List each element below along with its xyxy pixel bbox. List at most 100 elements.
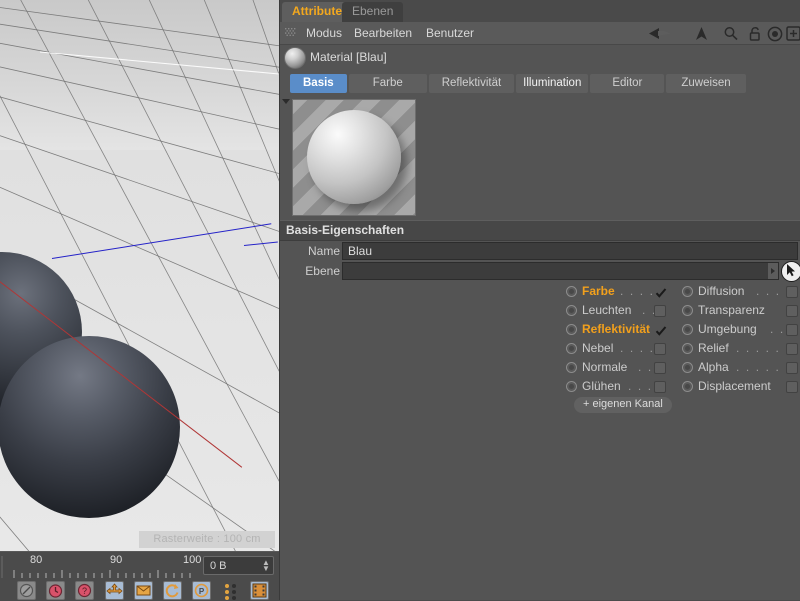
- ebene-label: Ebene: [305, 264, 340, 278]
- channel-nebel-checkbox[interactable]: [654, 343, 666, 355]
- radio-icon[interactable]: [566, 305, 577, 316]
- radio-icon[interactable]: [566, 324, 577, 335]
- channel-reflektivitaet-checkbox[interactable]: [654, 324, 667, 336]
- ctab-editor-label: Editor: [612, 77, 643, 89]
- ebene-pick-cursor-icon[interactable]: [781, 261, 800, 282]
- channel-diffusion[interactable]: Diffusion . . . .: [682, 283, 800, 301]
- radio-icon[interactable]: [682, 286, 693, 297]
- radio-icon[interactable]: [566, 286, 577, 297]
- collapse-triangle-icon[interactable]: [282, 99, 290, 104]
- channel-diffusion-checkbox[interactable]: [786, 286, 798, 298]
- channel-displacement-checkbox[interactable]: [786, 381, 798, 393]
- search-icon[interactable]: [723, 26, 739, 41]
- gauge-icon[interactable]: [17, 581, 36, 600]
- channel-alpha-checkbox[interactable]: [786, 362, 798, 374]
- menu-benutzer-label: Benutzer: [426, 26, 475, 40]
- basis-properties-header: Basis-Eigenschaften: [280, 220, 800, 241]
- rotate-icon[interactable]: [163, 581, 182, 600]
- channel-transparenz-label: Transparenz: [698, 303, 765, 317]
- ruler-label-90: 90: [110, 554, 123, 566]
- ebene-input[interactable]: [342, 262, 769, 280]
- radio-icon[interactable]: [682, 324, 693, 335]
- channel-gluehen-checkbox[interactable]: [654, 381, 666, 393]
- channel-gluehen[interactable]: Glühen . . . .: [566, 378, 676, 396]
- panel-menubar: Modus Bearbeiten Benutzer: [280, 22, 800, 45]
- ruler-label-100: 100: [183, 554, 202, 566]
- ctab-illumination[interactable]: Illumination: [516, 74, 589, 93]
- channel-normale[interactable]: Normale . .: [566, 359, 676, 377]
- channel-alpha[interactable]: Alpha . . . . . . .: [682, 359, 800, 377]
- channel-gluehen-label: Glühen: [582, 379, 621, 393]
- channel-farbe[interactable]: Farbe . . . . .: [566, 283, 676, 301]
- channel-alpha-label: Alpha: [698, 360, 729, 374]
- render-icon[interactable]: P: [192, 581, 211, 600]
- material-sphere-icon[interactable]: [284, 47, 306, 69]
- radio-icon[interactable]: [566, 343, 577, 354]
- menu-benutzer[interactable]: Benutzer: [426, 25, 474, 41]
- name-row: Name Blau: [280, 242, 800, 262]
- channel-normale-checkbox[interactable]: [654, 362, 666, 374]
- channel-reflektivitaet[interactable]: Reflektivität: [566, 321, 676, 339]
- channel-umgebung-checkbox[interactable]: [786, 324, 798, 336]
- channel-displacement[interactable]: Displacement: [682, 378, 800, 396]
- ctab-farbe[interactable]: Farbe: [348, 74, 427, 93]
- note-icon[interactable]: [134, 581, 153, 600]
- bottom-toolbar[interactable]: ? P: [0, 580, 279, 600]
- channel-relief[interactable]: Relief . . . . . . .: [682, 340, 800, 358]
- ruler-label-80: 80: [30, 554, 43, 566]
- move-object-icon[interactable]: [105, 581, 124, 600]
- tab-ebenen[interactable]: Ebenen: [342, 2, 404, 22]
- up-arrow-icon[interactable]: [694, 26, 709, 41]
- ctab-basis[interactable]: Basis: [290, 74, 347, 93]
- add-box-icon[interactable]: [786, 26, 800, 41]
- dots-grid-icon[interactable]: [221, 581, 240, 600]
- menu-modus[interactable]: Modus: [306, 25, 342, 41]
- clock-red-icon[interactable]: [46, 581, 65, 600]
- ctab-zuweisen[interactable]: Zuweisen: [666, 74, 746, 93]
- radio-icon[interactable]: [682, 381, 693, 392]
- channel-leuchten-label: Leuchten: [582, 303, 632, 317]
- 3d-viewport[interactable]: Rasterweite : 100 cm: [0, 0, 279, 551]
- material-channel-tabs[interactable]: Basis Farbe Reflektivität Illumination E…: [290, 74, 746, 93]
- basis-properties-title: Basis-Eigenschaften: [286, 223, 405, 237]
- radio-icon[interactable]: [566, 381, 577, 392]
- target-icon[interactable]: [767, 26, 783, 42]
- question-red-icon[interactable]: ?: [75, 581, 94, 600]
- menu-bearbeiten[interactable]: Bearbeiten: [354, 25, 412, 41]
- radio-icon[interactable]: [682, 343, 693, 354]
- document-size-field[interactable]: 0 B ▲ ▼: [203, 556, 274, 575]
- ebene-dropdown-arrow-icon[interactable]: [768, 262, 779, 280]
- svg-text:?: ?: [82, 586, 87, 596]
- film-icon[interactable]: [250, 581, 269, 600]
- ctab-illumination-label: Illumination: [523, 77, 582, 89]
- radio-icon[interactable]: [566, 362, 577, 373]
- tab-ebenen-label: Ebenen: [352, 4, 394, 18]
- channel-farbe-checkbox[interactable]: [654, 286, 667, 298]
- channel-relief-label: Relief: [698, 341, 729, 355]
- channel-umgebung-label: Umgebung: [698, 322, 757, 336]
- channel-displacement-label: Displacement: [698, 379, 771, 393]
- channel-nebel[interactable]: Nebel . . . . .: [566, 340, 676, 358]
- stepper-icon[interactable]: ▲ ▼: [262, 559, 270, 573]
- ctab-editor[interactable]: Editor: [590, 74, 665, 93]
- dot-grid-icon[interactable]: [285, 28, 296, 38]
- scene-sphere-lower[interactable]: [0, 336, 180, 518]
- radio-icon[interactable]: [682, 305, 693, 316]
- back-arrow-icon[interactable]: [648, 26, 672, 41]
- channel-leuchten-checkbox[interactable]: [654, 305, 666, 317]
- channel-nebel-label: Nebel: [582, 341, 614, 355]
- channel-transparenz-checkbox[interactable]: [786, 305, 798, 317]
- channel-transparenz[interactable]: Transparenz: [682, 302, 800, 320]
- add-custom-channel-button[interactable]: + eigenen Kanal: [574, 397, 672, 413]
- radio-icon[interactable]: [682, 362, 693, 373]
- name-input[interactable]: Blau: [342, 242, 798, 260]
- ctab-reflektivitaet[interactable]: Reflektivität: [428, 74, 515, 93]
- channel-umgebung[interactable]: Umgebung . .: [682, 321, 800, 339]
- attribute-manager-panel: Attribute Ebenen Modus Bearbeiten Benutz…: [279, 0, 800, 600]
- channel-diffusion-label: Diffusion: [698, 284, 745, 298]
- tab-attribute-label: Attribute: [292, 4, 342, 18]
- channel-leuchten[interactable]: Leuchten . .: [566, 302, 676, 320]
- channel-relief-checkbox[interactable]: [786, 343, 798, 355]
- material-preview[interactable]: [292, 99, 416, 216]
- lock-icon[interactable]: [748, 26, 763, 42]
